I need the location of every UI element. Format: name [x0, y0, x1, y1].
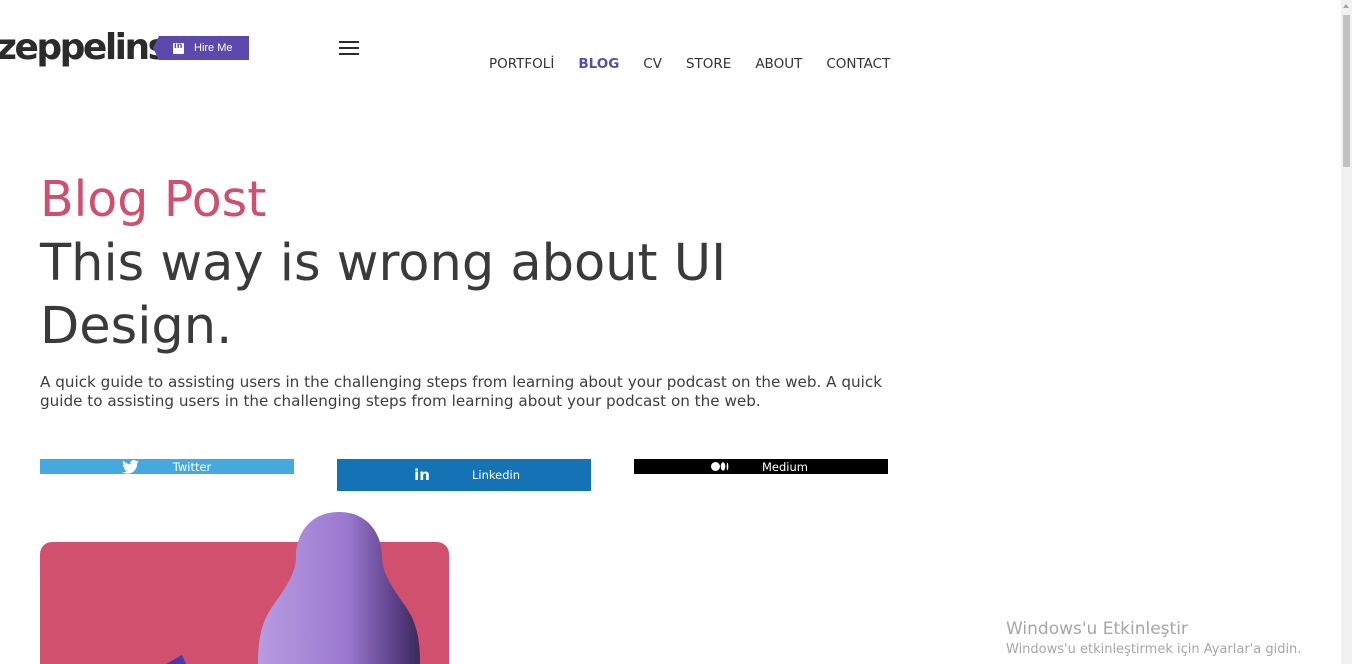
share-twitter-label: Twitter	[172, 459, 212, 474]
share-medium-label: Medium	[762, 459, 808, 474]
post-kicker: Blog Post	[40, 171, 267, 228]
windows-activation-watermark: Windows'u Etkinleştir Windows'u etkinleş…	[1006, 619, 1301, 659]
nav-item-portfoli[interactable]: PORTFOLİ	[489, 55, 554, 73]
bird-illustration-fragment	[166, 655, 186, 664]
hero-blob-illustration	[258, 512, 420, 664]
linkedin-icon: in	[414, 466, 430, 484]
watermark-subtitle: Windows'u etkinleştirmek için Ayarlar'a …	[1006, 642, 1302, 657]
medium-icon	[711, 462, 729, 471]
hire-me-button[interactable]: Hire Me	[153, 36, 249, 60]
nav-item-blog[interactable]: BLOG	[578, 55, 619, 73]
nav-item-cv[interactable]: CV	[643, 55, 662, 73]
hire-me-label: Hire Me	[194, 42, 233, 54]
vertical-scrollbar[interactable]	[1341, 0, 1352, 664]
menu-icon[interactable]	[339, 41, 359, 55]
nav-item-contact[interactable]: CONTACT	[826, 55, 890, 73]
main-nav: PORTFOLİ BLOG CV STORE ABOUT CONTACT	[489, 55, 914, 73]
post-lede: A quick guide to assisting users in the …	[40, 373, 883, 410]
linkedin-icon	[173, 41, 184, 54]
watermark-title: Windows'u Etkinleştir	[1006, 619, 1188, 639]
nav-item-store[interactable]: STORE	[686, 55, 731, 73]
share-linkedin-label: Linkedin	[472, 468, 520, 482]
nav-item-about[interactable]: ABOUT	[755, 55, 802, 73]
post-title: This way is wrong about UI Design.	[40, 234, 727, 356]
scrollbar-thumb[interactable]	[1343, 15, 1350, 167]
share-twitter-button[interactable]: Twitter	[40, 459, 294, 474]
brand-logo[interactable]: zeppelins	[0, 26, 169, 70]
share-linkedin-button[interactable]: in Linkedin	[337, 459, 591, 491]
share-medium-button[interactable]: Medium	[634, 459, 888, 474]
scroll-up-arrow-icon[interactable]	[1343, 4, 1349, 8]
twitter-bird-icon	[121, 459, 139, 474]
